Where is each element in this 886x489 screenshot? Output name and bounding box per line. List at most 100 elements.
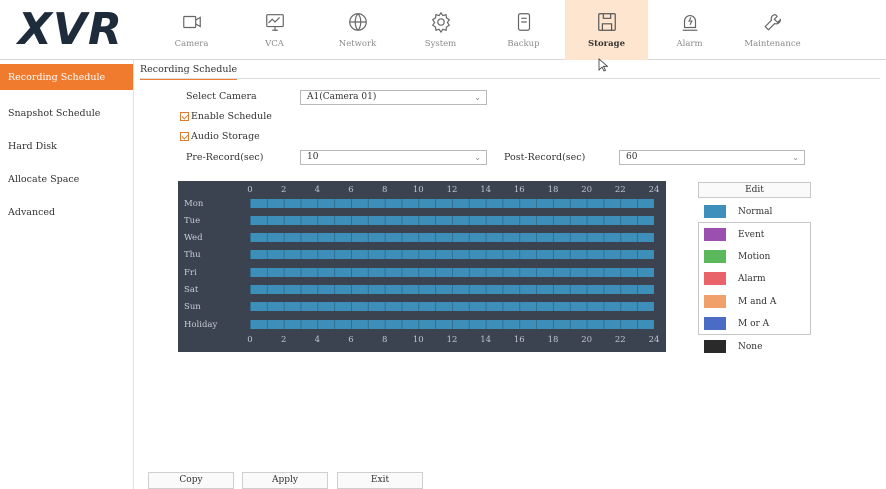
hour-label: 22	[614, 185, 626, 195]
hour-label: 20	[581, 185, 593, 195]
alarm-icon	[682, 15, 697, 31]
checkbox-checked-icon	[180, 112, 189, 121]
nav-system[interactable]: System	[399, 0, 482, 60]
legend-m-and-a[interactable]: M and A	[704, 295, 776, 308]
legend-label: None	[738, 341, 763, 352]
sidebar-item-recording-schedule[interactable]: Recording Schedule	[0, 64, 133, 90]
legend-label: M or A	[738, 318, 770, 329]
legend-label: Event	[738, 229, 765, 240]
day-label: Fri	[184, 268, 197, 278]
schedule-row-sat[interactable]	[250, 285, 654, 294]
hour-label: 8	[381, 335, 388, 345]
apply-button[interactable]: Apply	[242, 472, 328, 489]
logo: XVR	[18, 4, 123, 55]
sidebar-item-snapshot-schedule[interactable]: Snapshot Schedule	[0, 97, 133, 130]
legend-label: Normal	[738, 206, 773, 217]
color-swatch	[704, 228, 726, 241]
schedule-row-tue[interactable]	[250, 216, 654, 225]
color-swatch	[704, 317, 726, 330]
edit-button[interactable]: Edit	[698, 182, 811, 198]
hour-label: 0	[247, 335, 253, 345]
camera-icon	[182, 15, 201, 29]
color-swatch	[704, 205, 726, 218]
hour-label: 12	[446, 185, 458, 195]
hour-label: 10	[412, 185, 424, 195]
schedule-row-mon[interactable]	[250, 199, 654, 208]
post-record-label: Post-Record(sec)	[504, 152, 586, 163]
sidebar-item-advanced[interactable]: Advanced	[0, 196, 133, 229]
nav-maintenance[interactable]: Maintenance	[731, 0, 814, 60]
color-swatch	[704, 250, 726, 263]
hour-label: 22	[614, 335, 626, 345]
legend-alarm[interactable]: Alarm	[704, 272, 766, 285]
backup-icon	[517, 13, 530, 31]
nav-camera[interactable]: Camera	[150, 0, 233, 60]
nav-alarm-label: Alarm	[676, 39, 703, 49]
legend-m-or-a[interactable]: M or A	[704, 317, 769, 330]
hour-label: 10	[412, 335, 424, 345]
schedule-row-sun[interactable]	[250, 302, 654, 311]
hour-label: 6	[348, 335, 354, 345]
vca-icon	[265, 14, 284, 31]
copy-button[interactable]: Copy	[148, 472, 234, 489]
hour-label: 2	[280, 335, 287, 345]
hour-label: 6	[348, 185, 354, 195]
hour-label: 14	[480, 335, 492, 345]
checkbox-checked-icon	[180, 132, 189, 141]
nav-network[interactable]: Network	[316, 0, 399, 60]
legend-motion[interactable]: Motion	[704, 250, 770, 263]
legend-none[interactable]: None	[704, 340, 762, 353]
legend-label: Motion	[738, 251, 771, 262]
wrench-icon	[763, 14, 781, 31]
color-swatch	[704, 340, 726, 353]
audio-storage-label: Audio Storage	[191, 131, 260, 142]
nav-alarm[interactable]: Alarm	[648, 0, 731, 60]
pre-record-value: 10	[307, 152, 319, 162]
schedule-row-thu[interactable]	[250, 250, 654, 259]
nav-maintenance-label: Maintenance	[744, 39, 801, 49]
hour-label: 16	[513, 185, 525, 195]
day-label: Tue	[184, 216, 201, 226]
audio-storage-checkbox[interactable]: Audio Storage	[180, 131, 260, 142]
hour-label: 24	[648, 335, 660, 345]
hour-label: 24	[648, 185, 660, 195]
post-record-value: 60	[626, 152, 638, 162]
nav-system-label: System	[424, 39, 457, 49]
chevron-down-icon: ⌄	[792, 153, 799, 162]
nav-vca[interactable]: VCA	[233, 0, 316, 60]
hour-label: 16	[513, 335, 525, 345]
hour-label: 2	[280, 185, 287, 195]
nav-storage[interactable]: Storage	[565, 0, 648, 60]
camera-select-value: A1(Camera 01)	[307, 92, 377, 102]
schedule-row-wed[interactable]	[250, 233, 654, 242]
schedule-row-holiday[interactable]	[250, 320, 654, 329]
nav-vca-label: VCA	[265, 39, 284, 49]
color-swatch	[704, 272, 726, 285]
color-swatch	[704, 295, 726, 308]
day-label: Holiday	[184, 320, 218, 330]
camera-select[interactable]: A1(Camera 01) ⌄	[300, 90, 487, 105]
post-record-select[interactable]: 60 ⌄	[619, 150, 805, 165]
schedule-grid[interactable]: 0 2 4 6 8 10 12 14 16 18 20 22 24 Mon Tu…	[178, 181, 666, 352]
sidebar-item-allocate-space[interactable]: Allocate Space	[0, 163, 133, 196]
hour-label: 20	[581, 335, 593, 345]
chevron-down-icon: ⌄	[474, 93, 481, 102]
top-bar: XVR Camera VCA Network System Backup Sto…	[0, 0, 886, 60]
sidebar-item-hard-disk[interactable]: Hard Disk	[0, 130, 133, 163]
hour-label: 4	[314, 185, 321, 195]
enable-schedule-checkbox[interactable]: Enable Schedule	[180, 111, 272, 122]
gear-icon	[431, 11, 450, 33]
schedule-row-fri[interactable]	[250, 268, 654, 277]
hour-label: 8	[381, 185, 388, 195]
day-label: Mon	[184, 199, 204, 209]
pre-record-select[interactable]: 10 ⌄	[300, 150, 487, 165]
pre-record-label: Pre-Record(sec)	[186, 152, 264, 163]
sidebar: Recording Schedule Snapshot Schedule Har…	[0, 60, 134, 489]
day-label: Sat	[184, 285, 199, 295]
exit-button[interactable]: Exit	[337, 472, 423, 489]
legend-event[interactable]: Event	[704, 228, 764, 241]
legend-label: M and A	[738, 296, 777, 307]
legend-normal[interactable]: Normal	[704, 205, 772, 218]
hour-label: 18	[547, 185, 559, 195]
nav-backup[interactable]: Backup	[482, 0, 565, 60]
